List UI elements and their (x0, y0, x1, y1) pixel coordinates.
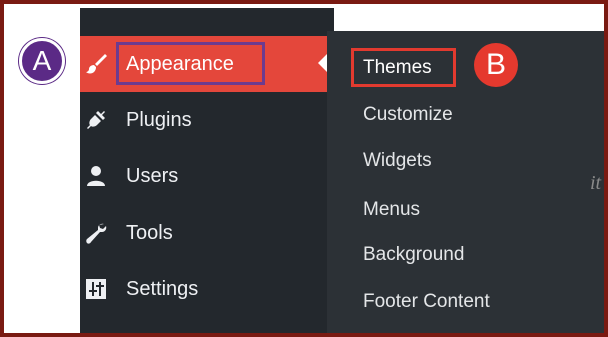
submenu-item-menus[interactable]: Menus (363, 199, 420, 221)
paintbrush-icon (82, 50, 110, 78)
user-icon (82, 162, 110, 190)
screenshot-frame: Appearance Plugins Users Tools Settings … (0, 0, 608, 337)
submenu-item-themes[interactable]: Themes (363, 57, 432, 79)
submenu-item-widgets[interactable]: Widgets (363, 150, 432, 172)
annotation-badge-a: A (19, 38, 65, 84)
sidebar-item-label: Tools (126, 221, 173, 244)
wrench-icon (82, 219, 110, 247)
annotation-badge-b: B (474, 43, 518, 87)
sidebar-item-label: Settings (126, 277, 199, 300)
sidebar-item-appearance[interactable]: Appearance (80, 36, 334, 92)
highlight-box-appearance (116, 42, 265, 85)
admin-sidebar: Appearance Plugins Users Tools Settings (80, 8, 334, 333)
submenu-item-customize[interactable]: Customize (363, 104, 453, 126)
flyout-pointer (318, 54, 327, 72)
sidebar-item-label: Users (126, 164, 179, 187)
sidebar-item-users[interactable]: Users (80, 148, 334, 204)
submenu-item-footer-content[interactable]: Footer Content (363, 291, 490, 313)
sidebar-item-label: Plugins (126, 108, 192, 131)
plugin-plug-icon (82, 106, 110, 134)
content-partial-text: it (590, 172, 602, 194)
sidebar-item-plugins[interactable]: Plugins (80, 92, 334, 148)
sidebar-item-settings[interactable]: Settings (80, 261, 334, 317)
sidebar-item-tools[interactable]: Tools (80, 205, 334, 261)
submenu-item-background[interactable]: Background (363, 244, 464, 266)
settings-sliders-icon (82, 275, 110, 303)
appearance-submenu: Themes Customize Widgets Menus Backgroun… (327, 31, 604, 333)
